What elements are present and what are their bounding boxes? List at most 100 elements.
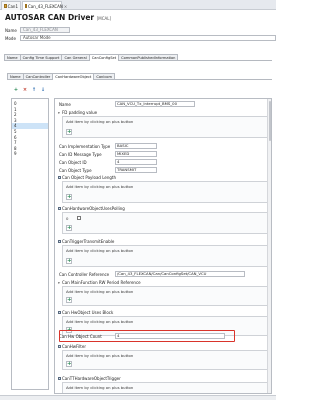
section-tt-trigger[interactable]: CanTTHardwareObjectTrigger: [58, 376, 121, 381]
tab-can-general[interactable]: Can General: [61, 54, 90, 60]
checkbox-icon: [58, 377, 61, 380]
section-uses-block[interactable]: Can HwObject Uses Block: [58, 310, 113, 315]
uses-polling-list: 0 +: [62, 212, 268, 234]
object-id-input[interactable]: 4: [115, 159, 157, 165]
name-field-row: Name Can_43_FLEXCAN: [5, 27, 70, 33]
move-down-button[interactable]: ↓: [40, 87, 46, 93]
prop-id-msg-type-row: Can ID Message Type MIXED: [59, 151, 157, 157]
payload-length-list: Add item by clicking on plus button +: [62, 181, 268, 203]
add-mainfunction-period-button[interactable]: +: [66, 297, 72, 303]
add-fd-padding-button[interactable]: +: [66, 129, 72, 135]
close-icon[interactable]: ×: [64, 4, 67, 9]
add-item-hint: Add item by clicking on plus button: [66, 353, 134, 358]
section-tt-trigger-label: CanTTHardwareObjectTrigger: [62, 376, 121, 381]
properties-panel: Name CAN_VCU_Tx_Interrupt_BMS_00 ▾ FD pa…: [54, 98, 272, 394]
tab-canconfigset[interactable]: CanConfigSet: [88, 54, 120, 61]
trigger-transmit-list: Add item by clicking on plus button +: [62, 245, 268, 267]
move-up-button[interactable]: ↑: [31, 87, 37, 93]
chevron-down-icon: ▾: [58, 110, 60, 115]
section-uses-block-label: Can HwObject Uses Block: [62, 310, 114, 315]
status-bar: [0, 395, 276, 400]
doc-tab-can43flexcan[interactable]: Can_43_FLEXCAN ×: [22, 1, 67, 10]
config-tabs: Name Config Time Support Can General Can…: [4, 54, 272, 61]
configset-sub-tabs: Name CanController CanHardwareObject Can…: [7, 73, 272, 80]
section-uses-polling-label: CanHardwareObjectUsesPolling: [62, 206, 125, 211]
prop-name-label: Name: [59, 101, 71, 107]
section-hwfilter[interactable]: CanHwFilter: [58, 344, 86, 349]
mainfunction-period-list: Add item by clicking on plus button +: [62, 286, 268, 306]
tab-commonpublishedinformation[interactable]: CommonPublishedInformation: [118, 54, 179, 60]
section-uses-polling[interactable]: CanHardwareObjectUsesPolling: [58, 206, 125, 211]
vertical-scrollbar[interactable]: [267, 99, 271, 393]
add-item-hint: Add item by clicking on plus button: [66, 289, 134, 294]
prop-object-type-row: Can Object Type TRANSMIT: [59, 167, 157, 173]
tab-config-time-support[interactable]: Config Time Support: [19, 54, 63, 60]
add-hwfilter-button[interactable]: +: [66, 361, 72, 367]
add-item-button[interactable]: +: [13, 87, 19, 93]
module-icon: [4, 4, 7, 8]
polling-value: 0: [66, 216, 69, 221]
doc-tab-can1[interactable]: Can1: [1, 1, 21, 10]
editor-tab-bar: Can1 Can_43_FLEXCAN ×: [0, 0, 276, 10]
tab-cancontroller[interactable]: CanController: [22, 73, 54, 79]
section-payload-length-label: Can Object Payload Length: [62, 175, 117, 180]
doc-tab-label: Can_43_FLEXCAN: [28, 3, 63, 9]
tab-name[interactable]: Name: [4, 54, 21, 60]
mode-field-label: Mode: [5, 35, 16, 41]
chevron-down-icon: ▾: [58, 280, 60, 285]
tab-canhardwareobject[interactable]: CanHardwareObject: [52, 73, 95, 80]
fd-padding-list: Add item by clicking on plus button +: [62, 116, 268, 138]
prop-impl-type-label: Can Implementation Type: [59, 143, 111, 149]
checkbox-icon: [58, 207, 61, 210]
section-fd-padding-label: FD padding value: [62, 110, 98, 115]
hardware-object-list: 0 1 2 3 4 5 6 7 8 9: [11, 98, 49, 390]
section-payload-length[interactable]: Can Object Payload Length: [58, 175, 116, 180]
list-item[interactable]: 9: [12, 151, 48, 157]
prop-object-id-label: Can Object ID: [59, 159, 87, 165]
prop-name-row: Name CAN_VCU_Tx_Interrupt_BMS_00: [59, 101, 195, 107]
page-title-tag: [MCAL]: [96, 16, 112, 21]
section-mainfunction-period-label: Can MainFunction RW Period Reference: [62, 280, 141, 285]
mode-field-row: Mode Autosar Mode: [5, 35, 276, 41]
prop-controller-ref-label: Can Controller Reference: [59, 271, 110, 277]
scrollbar-thumb[interactable]: [268, 101, 271, 141]
section-trigger-transmit-label: CanTriggerTransmitEnable: [62, 239, 115, 244]
hwfilter-list: Add item by clicking on plus button +: [62, 350, 268, 370]
add-item-hint: Add item by clicking on plus button: [66, 119, 134, 124]
mode-field-value[interactable]: Autosar Mode: [20, 35, 276, 41]
add-polling-button[interactable]: +: [66, 225, 72, 231]
object-type-select[interactable]: TRANSMIT: [115, 167, 157, 173]
add-item-hint: Add item by clicking on plus button: [66, 319, 134, 324]
section-fd-padding[interactable]: ▾ FD padding value: [58, 110, 97, 115]
name-field-label: Name: [5, 27, 17, 33]
prop-object-id-row: Can Object ID 4: [59, 159, 157, 165]
section-trigger-transmit[interactable]: CanTriggerTransmitEnable: [58, 239, 114, 244]
tt-trigger-list: Add item by clicking on plus button: [62, 382, 268, 393]
controller-ref-select[interactable]: /Can_43_FLEXCAN/Can/CanConfigSet/CAN_VCU: [115, 271, 245, 277]
section-hwfilter-label: CanHwFilter: [62, 344, 86, 349]
add-trigger-transmit-button[interactable]: +: [66, 258, 72, 264]
checkbox-icon: [58, 311, 61, 314]
tab-sub-name[interactable]: Name: [7, 73, 24, 79]
polling-checkbox[interactable]: [77, 216, 81, 220]
page-title: AUTOSAR CAN Driver [MCAL]: [5, 13, 111, 22]
tab-canlcom[interactable]: Canlcom: [93, 73, 115, 79]
doc-tab-label: Can1: [7, 3, 18, 9]
add-item-hint: Add item by clicking on plus button: [66, 248, 134, 253]
checkbox-icon: [58, 176, 61, 179]
delete-item-button[interactable]: ×: [22, 87, 28, 93]
prop-name-input[interactable]: CAN_VCU_Tx_Interrupt_BMS_00: [115, 101, 195, 107]
page-title-text: AUTOSAR CAN Driver: [5, 13, 95, 22]
prop-impl-type-row: Can Implementation Type BASIC: [59, 143, 157, 149]
checkbox-icon: [58, 345, 61, 348]
list-toolbar: + × ↑ ↓: [13, 87, 46, 93]
highlight-box: [59, 330, 235, 342]
id-msg-type-select[interactable]: MIXED: [115, 151, 157, 157]
section-mainfunction-period[interactable]: ▾ Can MainFunction RW Period Reference: [58, 280, 141, 285]
add-payload-length-button[interactable]: +: [66, 194, 72, 200]
module-icon: [25, 4, 27, 8]
impl-type-select[interactable]: BASIC: [115, 143, 157, 149]
prop-id-msg-type-label: Can ID Message Type: [59, 151, 102, 157]
name-field-value[interactable]: Can_43_FLEXCAN: [20, 27, 70, 33]
prop-object-type-label: Can Object Type: [59, 167, 92, 173]
